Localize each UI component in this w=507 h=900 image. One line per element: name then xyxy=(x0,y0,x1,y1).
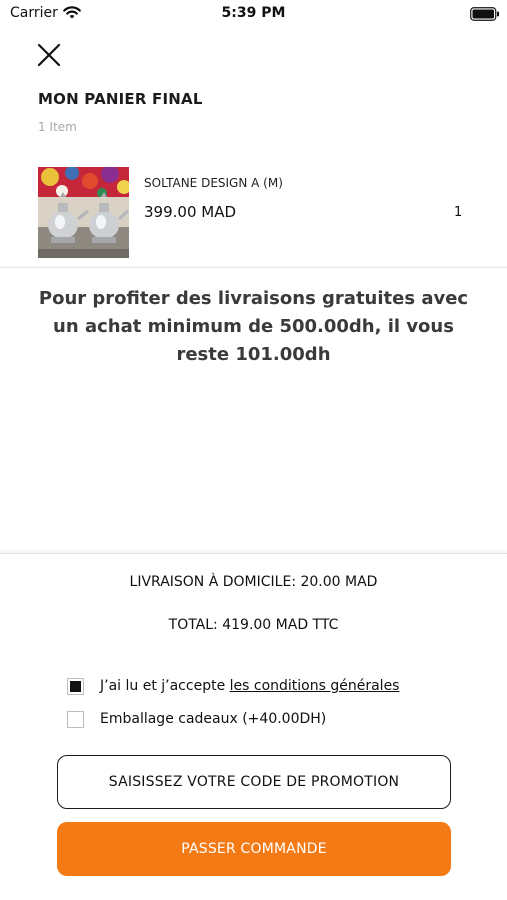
checkout-panel: LIVRAISON À DOMICILE: 20.00 MAD TOTAL: 4… xyxy=(0,553,507,900)
checkmark-fill xyxy=(70,680,81,692)
gift-wrap-row: Emballage cadeaux (+40.00DH) xyxy=(67,709,326,729)
delivery-cost: LIVRAISON À DOMICILE: 20.00 MAD xyxy=(129,574,378,590)
gift-wrap-checkbox[interactable] xyxy=(67,710,84,728)
product-name: SOLTANE DESIGN A (M) xyxy=(144,176,283,190)
order-total: TOTAL: 419.00 MAD TTC xyxy=(168,617,339,633)
close-button[interactable] xyxy=(34,40,64,70)
product-price: 399.00 MAD xyxy=(144,203,237,221)
gift-wrap-label: Emballage cadeaux (+40.00DH) xyxy=(100,711,327,727)
terms-link[interactable]: les conditions générales xyxy=(230,678,400,694)
cart-item[interactable]: SOLTANE DESIGN A (M) 399.00 MAD 1 xyxy=(0,160,507,268)
status-time: 5:39 PM xyxy=(221,5,286,21)
terms-checkbox[interactable] xyxy=(67,677,84,695)
page-title: MON PANIER FINAL xyxy=(38,90,203,108)
terms-row: J’ai lu et j’accepte les conditions géné… xyxy=(67,676,399,696)
product-quantity: 1 xyxy=(454,205,463,220)
item-count: 1 Item xyxy=(38,120,77,134)
product-image xyxy=(38,167,129,258)
free-shipping-message: Pour profiter des livraisons gratuites a… xyxy=(38,288,469,365)
place-order-button[interactable]: PASSER COMMANDE xyxy=(57,822,451,876)
promo-code-button[interactable]: SAISISSEZ VOTRE CODE DE PROMOTION xyxy=(57,755,451,809)
terms-prefix: J’ai lu et j’accepte xyxy=(100,678,230,694)
status-bar: Carrier 5:39 PM xyxy=(0,0,507,28)
cart-screen: Carrier 5:39 PM MON PANIER FINAL 1 Item xyxy=(0,0,507,900)
terms-label: J’ai lu et j’accepte les conditions géné… xyxy=(100,678,399,694)
close-icon xyxy=(37,43,61,67)
battery-icon xyxy=(470,7,499,21)
